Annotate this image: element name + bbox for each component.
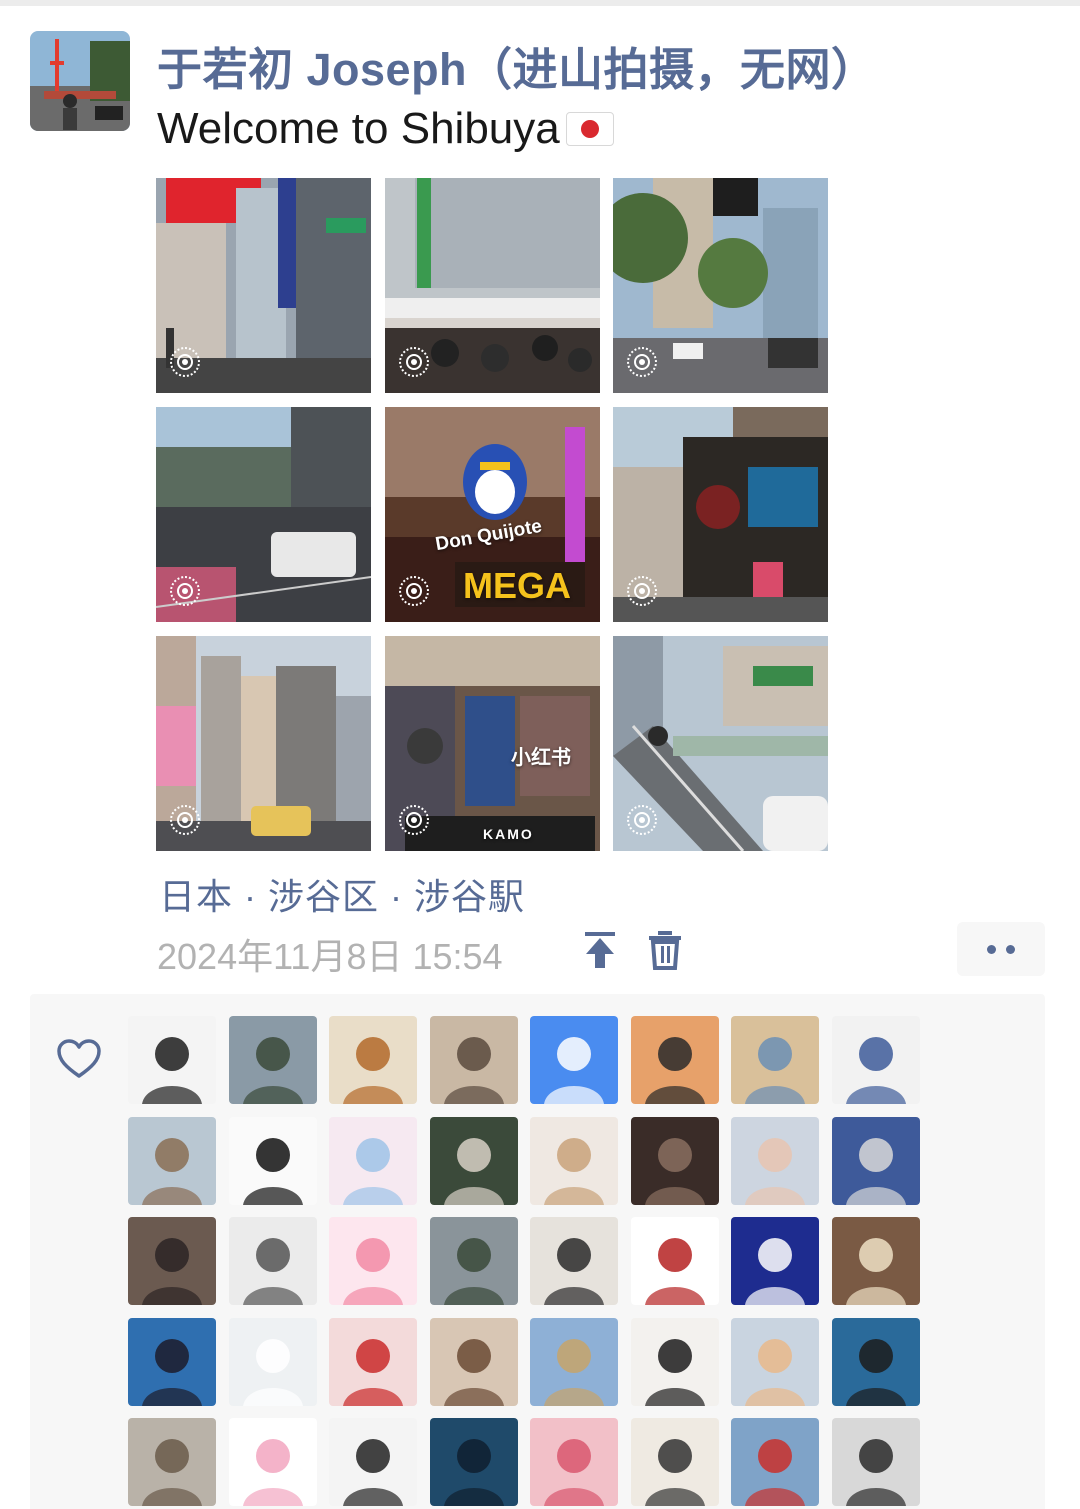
liker-avatar[interactable]	[128, 1418, 216, 1506]
liker-avatar[interactable]	[228, 1116, 317, 1205]
liker-avatar[interactable]	[731, 1317, 819, 1406]
liker-avatar[interactable]	[630, 1217, 719, 1305]
liker-avatar[interactable]	[530, 1217, 618, 1305]
liker-avatar[interactable]	[831, 1418, 920, 1506]
liker-avatar[interactable]	[128, 1317, 216, 1406]
status-bar-strip	[0, 0, 1080, 6]
liker-avatar[interactable]	[228, 1016, 317, 1104]
liker-avatar[interactable]	[128, 1217, 216, 1305]
liker-avatar[interactable]	[329, 1317, 417, 1406]
liker-avatar[interactable]	[630, 1317, 719, 1406]
liker-avatar[interactable]	[530, 1116, 618, 1205]
photo-1[interactable]	[156, 178, 371, 393]
post-timestamp: 2024年11月8日 15:54	[157, 936, 503, 977]
liker-avatar[interactable]	[731, 1418, 819, 1506]
live-photo-icon	[399, 347, 429, 377]
liker-avatar[interactable]	[630, 1016, 719, 1104]
photo-grid: Don Quijote MEGA 小红书 KAMO	[156, 178, 829, 852]
post-caption: Welcome to Shibuya	[157, 104, 560, 153]
liker-avatar[interactable]	[228, 1317, 317, 1406]
liker-avatar[interactable]	[731, 1016, 819, 1104]
photo-9[interactable]	[613, 636, 828, 851]
live-photo-icon	[627, 347, 657, 377]
photo-8[interactable]: 小红书 KAMO	[385, 636, 600, 851]
live-photo-icon	[170, 576, 200, 606]
liker-avatar[interactable]	[228, 1418, 317, 1506]
liker-avatar[interactable]	[329, 1418, 417, 1506]
more-dots-icon[interactable]	[957, 922, 1045, 976]
live-photo-icon	[399, 576, 429, 606]
post-text: Welcome to Shibuya	[157, 104, 614, 154]
liker-avatar[interactable]	[731, 1116, 819, 1205]
heart-outline-icon	[56, 1038, 102, 1080]
liker-avatar[interactable]	[329, 1217, 417, 1305]
author-avatar[interactable]	[30, 31, 130, 131]
photo-5[interactable]: Don Quijote MEGA	[385, 407, 600, 622]
live-photo-icon	[627, 576, 657, 606]
liker-avatar[interactable]	[329, 1116, 417, 1205]
liker-avatar[interactable]	[329, 1016, 417, 1104]
live-photo-icon	[170, 347, 200, 377]
trash-icon[interactable]	[645, 928, 685, 972]
liker-avatar[interactable]	[128, 1116, 216, 1205]
live-photo-icon	[399, 805, 429, 835]
liker-avatar[interactable]	[429, 1217, 518, 1305]
location-link[interactable]: 日本 · 涉谷区 · 涉谷駅	[159, 868, 525, 920]
liker-avatar[interactable]	[228, 1217, 317, 1305]
photo-3[interactable]	[613, 178, 828, 393]
liker-avatar[interactable]	[429, 1116, 518, 1205]
photo-overlay-text: MEGA	[463, 565, 571, 606]
japan-flag-icon	[565, 112, 614, 146]
liker-avatar[interactable]	[831, 1116, 920, 1205]
photo-overlay-text: KAMO	[483, 826, 534, 842]
liker-avatar[interactable]	[731, 1217, 819, 1305]
live-photo-icon	[627, 805, 657, 835]
photo-7[interactable]	[156, 636, 371, 851]
liker-avatar[interactable]	[630, 1116, 719, 1205]
liker-avatar[interactable]	[429, 1016, 518, 1104]
liker-avatar[interactable]	[831, 1217, 920, 1305]
liker-avatar[interactable]	[128, 1016, 216, 1104]
liker-avatar[interactable]	[429, 1418, 518, 1506]
watermark-text: 小红书	[511, 747, 571, 769]
liker-avatar[interactable]	[530, 1016, 618, 1104]
liker-avatar[interactable]	[530, 1418, 618, 1506]
liker-avatar[interactable]	[831, 1016, 920, 1104]
liker-avatar[interactable]	[429, 1317, 518, 1406]
photo-4[interactable]	[156, 407, 371, 622]
author-name[interactable]: 于若初 Joseph（进山拍摄，无网）	[157, 33, 877, 98]
liker-avatar[interactable]	[530, 1317, 618, 1406]
photo-6[interactable]	[613, 407, 828, 622]
liker-avatar[interactable]	[831, 1317, 920, 1406]
pin-to-top-icon[interactable]	[580, 928, 620, 972]
liker-avatar[interactable]	[630, 1418, 719, 1506]
live-photo-icon	[170, 805, 200, 835]
photo-2[interactable]	[385, 178, 600, 393]
